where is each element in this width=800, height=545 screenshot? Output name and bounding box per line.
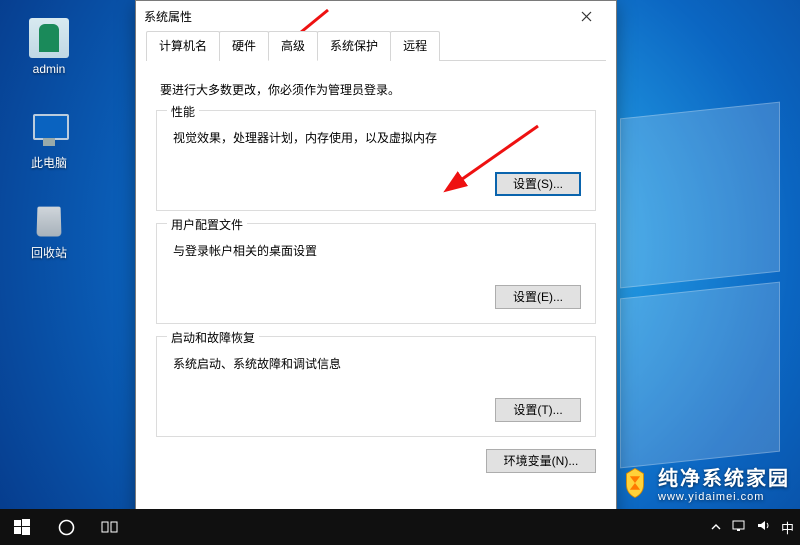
cortana-search-button[interactable] bbox=[44, 509, 88, 545]
desktop-icon-this-pc[interactable]: 此电脑 bbox=[12, 110, 86, 171]
dialog-titlebar[interactable]: 系统属性 bbox=[136, 1, 616, 31]
desktop-icon-label: 回收站 bbox=[31, 246, 67, 260]
desktop-icon-label: admin bbox=[33, 62, 66, 76]
watermark-title: 纯净系统家园 bbox=[658, 468, 790, 490]
group-description: 视觉效果，处理器计划，内存使用，以及虚拟内存 bbox=[173, 129, 581, 146]
admin-instruction: 要进行大多数更改，你必须作为管理员登录。 bbox=[160, 81, 596, 98]
environment-variables-button[interactable]: 环境变量(N)... bbox=[486, 449, 596, 473]
group-legend: 启动和故障恢复 bbox=[167, 329, 259, 346]
tab-advanced[interactable]: 高级 bbox=[268, 31, 318, 61]
group-startup-recovery: 启动和故障恢复 系统启动、系统故障和调试信息 设置(T)... bbox=[156, 336, 596, 437]
group-performance: 性能 视觉效果，处理器计划，内存使用，以及虚拟内存 设置(S)... bbox=[156, 110, 596, 211]
watermark-icon bbox=[618, 466, 652, 500]
user-folder-icon bbox=[29, 18, 69, 58]
dialog-title: 系统属性 bbox=[144, 8, 564, 25]
group-legend: 性能 bbox=[167, 103, 199, 120]
tab-remote[interactable]: 远程 bbox=[390, 31, 440, 61]
tray-network-icon[interactable] bbox=[731, 519, 746, 535]
group-description: 系统启动、系统故障和调试信息 bbox=[173, 355, 581, 372]
system-tray: 中 bbox=[705, 518, 800, 537]
tab-strip: 计算机名 硬件 高级 系统保护 远程 bbox=[136, 31, 616, 61]
tray-chevron-up-icon[interactable] bbox=[711, 520, 721, 534]
this-pc-icon bbox=[29, 110, 69, 150]
close-button[interactable] bbox=[564, 2, 608, 30]
taskbar: 中 bbox=[0, 509, 800, 545]
group-legend: 用户配置文件 bbox=[167, 216, 247, 233]
watermark: 纯净系统家园 www.yidaimei.com bbox=[618, 462, 790, 503]
task-view-button[interactable] bbox=[88, 509, 132, 545]
tab-computer-name[interactable]: 计算机名 bbox=[146, 31, 220, 61]
group-description: 与登录帐户相关的桌面设置 bbox=[173, 242, 581, 259]
tab-hardware[interactable]: 硬件 bbox=[219, 31, 269, 61]
desktop-icon-label: 此电脑 bbox=[31, 156, 67, 170]
performance-settings-button[interactable]: 设置(S)... bbox=[495, 172, 581, 196]
task-view-icon bbox=[101, 520, 119, 534]
recycle-bin-icon bbox=[29, 200, 69, 240]
group-user-profiles: 用户配置文件 与登录帐户相关的桌面设置 设置(E)... bbox=[156, 223, 596, 324]
windows-start-icon bbox=[14, 519, 30, 535]
desktop: admin 此电脑 回收站 系统属性 计算机名 硬件 高级 系统保护 远程 要进… bbox=[0, 0, 800, 545]
desktop-icon-admin[interactable]: admin bbox=[12, 18, 86, 76]
start-button[interactable] bbox=[0, 509, 44, 545]
startup-recovery-settings-button[interactable]: 设置(T)... bbox=[495, 398, 581, 422]
close-icon bbox=[581, 11, 592, 22]
tab-system-protection[interactable]: 系统保护 bbox=[317, 31, 391, 61]
dialog-body: 要进行大多数更改，你必须作为管理员登录。 性能 视觉效果，处理器计划，内存使用，… bbox=[136, 61, 616, 483]
system-properties-dialog: 系统属性 计算机名 硬件 高级 系统保护 远程 要进行大多数更改，你必须作为管理… bbox=[135, 0, 617, 528]
tray-ime-indicator[interactable]: 中 bbox=[781, 518, 794, 537]
user-profiles-settings-button[interactable]: 设置(E)... bbox=[495, 285, 581, 309]
circle-icon bbox=[58, 519, 75, 536]
tray-volume-icon[interactable] bbox=[756, 519, 771, 535]
desktop-icon-recycle-bin[interactable]: 回收站 bbox=[12, 200, 86, 261]
watermark-url: www.yidaimei.com bbox=[658, 491, 790, 503]
